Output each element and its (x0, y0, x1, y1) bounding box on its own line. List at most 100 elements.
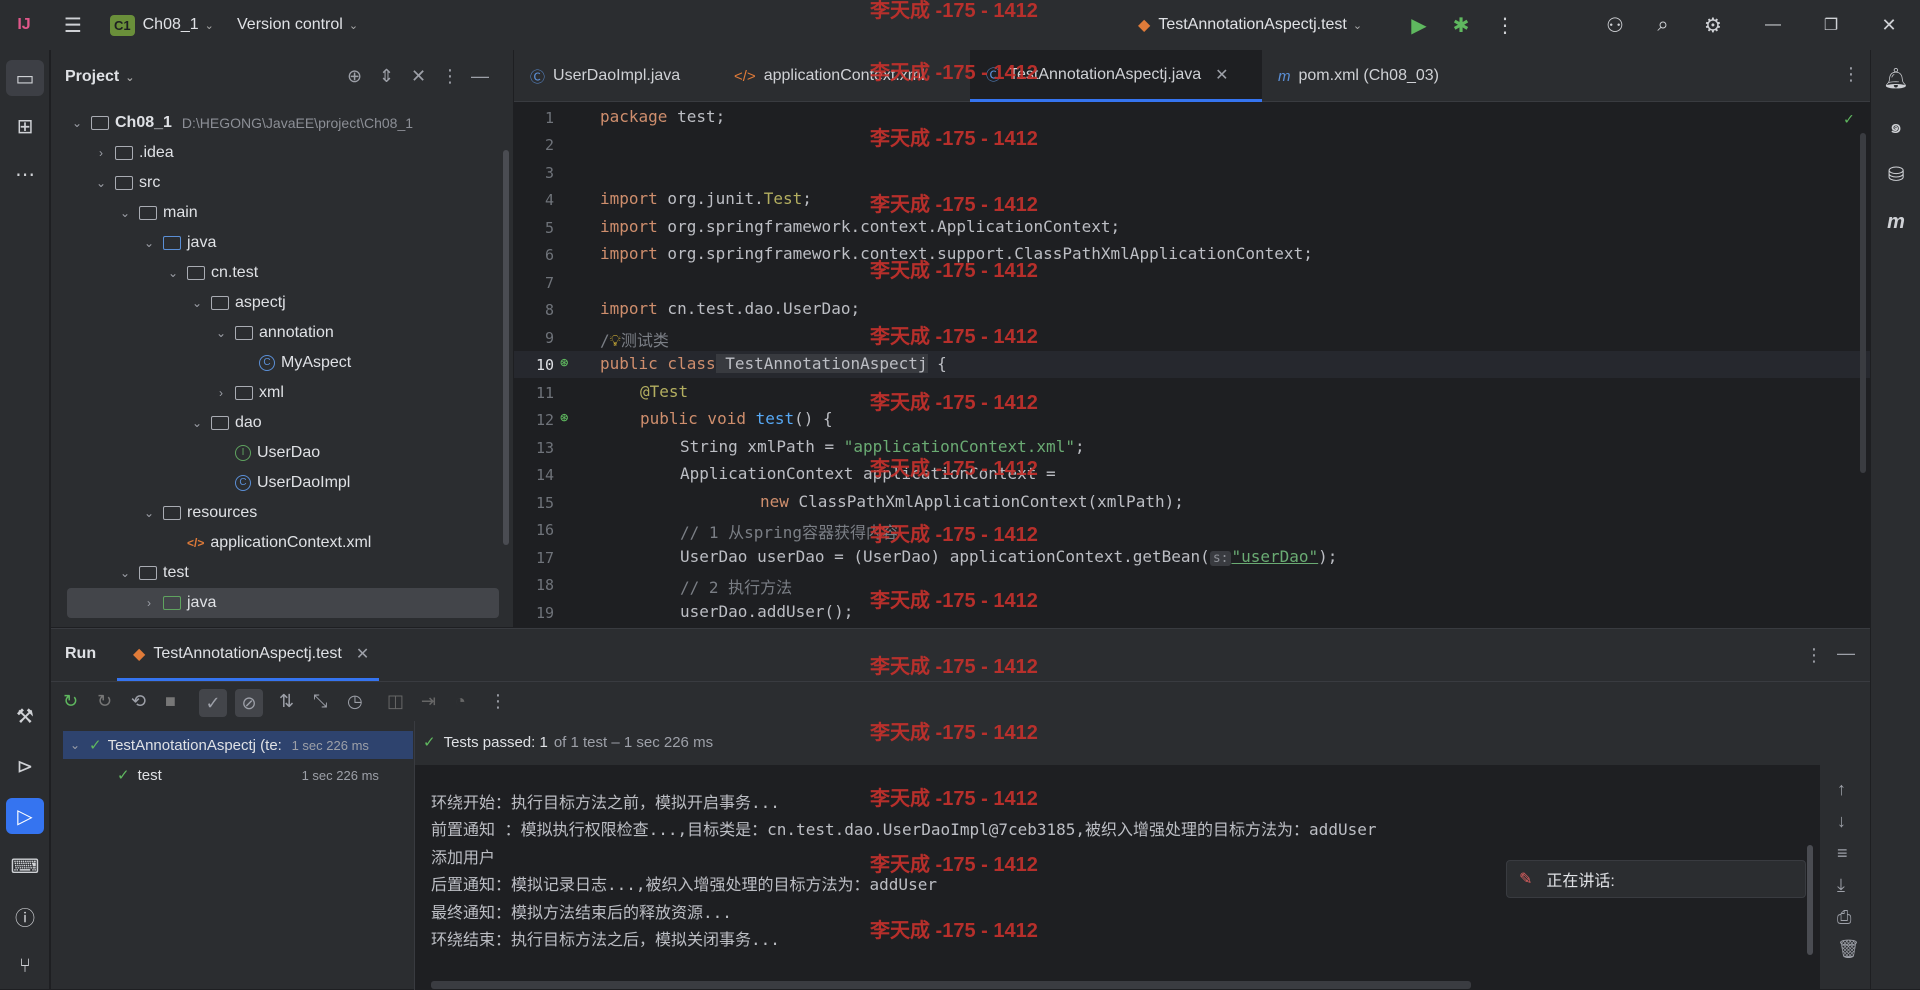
run-options-icon[interactable]: ⋮ (1805, 645, 1823, 666)
tree-item-userdaoimpl[interactable]: C UserDaoImpl (235, 468, 350, 498)
tree-item-myaspect[interactable]: C MyAspect (259, 348, 351, 378)
run-config-name: TestAnnotationAspectj.test (1158, 16, 1347, 33)
notifications-icon[interactable]: 🔔︎ (1877, 60, 1915, 96)
project-scrollbar[interactable] (503, 150, 509, 545)
close-tab-icon[interactable]: ✕ (356, 644, 369, 664)
export-icon[interactable]: ⇥ (421, 691, 436, 712)
chevron-down-icon: ⌄ (348, 19, 359, 32)
tree-item-project-root[interactable]: ⌄ Ch08_1 D:\HEGONG\JavaEE\project\Ch08_1 (69, 108, 413, 138)
build-tool-icon[interactable]: ⚒ (6, 698, 44, 734)
problems-tool-icon[interactable]: ⓘ (6, 898, 44, 934)
tree-item-annotation[interactable]: ⌄ annotation (213, 318, 334, 348)
search-icon[interactable]: ⌕ (1648, 10, 1678, 40)
code-line: new ClassPathXmlApplicationContext(xmlPa… (760, 492, 1184, 511)
more-actions-icon[interactable]: ⋮ (1490, 10, 1520, 40)
services-tool-icon[interactable]: ⊳ (6, 748, 44, 784)
more-tools-icon[interactable]: ⋯ (6, 156, 44, 192)
param-hint: s: (1209, 551, 1232, 566)
run-tab[interactable]: ◆ TestAnnotationAspectj.test ✕ (117, 629, 379, 681)
minimize-icon[interactable]: — (1758, 10, 1788, 40)
git-tool-icon[interactable]: ⑂ (6, 948, 44, 984)
maven-icon[interactable]: m (1877, 204, 1915, 240)
collapse-all-icon[interactable]: ✕ (411, 66, 426, 87)
tree-item-dao[interactable]: ⌄ dao (189, 408, 262, 438)
run-gutter-icon[interactable]: ⊛ (560, 355, 568, 371)
options-icon[interactable]: ⋮ (441, 66, 459, 87)
rerun-failed-icon[interactable]: ↻ (97, 691, 112, 712)
tree-item-cn-test[interactable]: ⌄ cn.test (165, 258, 258, 288)
tree-item-test[interactable]: ⌄ test (117, 558, 189, 588)
code-line: userDao.addUser(); (680, 602, 854, 621)
toggle-auto-test-icon[interactable]: ⟲ (131, 691, 146, 712)
toolbar-more-icon[interactable]: ⋮ (489, 691, 507, 712)
project-switcher[interactable]: C1 Ch08_1 ⌄ (110, 0, 214, 50)
tree-item-aspectj[interactable]: ⌄ aspectj (189, 288, 286, 318)
console-scrollbar[interactable] (1807, 845, 1813, 955)
code-line: // 1 从spring容器获得内容 (680, 523, 898, 542)
coverage-icon[interactable]: ◔ (455, 691, 466, 712)
database-icon[interactable]: ⛁ (1877, 156, 1915, 192)
run-config-selector[interactable]: ◆ TestAnnotationAspectj.test ⌄ (1138, 0, 1362, 50)
tree-item-userdao[interactable]: I UserDao (235, 438, 320, 468)
code-editor[interactable]: 1 2 3 4 5 6 7 8 9 10 11 12 13 14 15 16 1… (514, 103, 1870, 627)
locate-icon[interactable]: ⊕ (347, 66, 362, 87)
lightbulb-icon[interactable]: 💡︎ (610, 331, 621, 350)
sort-icon[interactable]: ⇅ (279, 691, 294, 712)
history-icon[interactable]: ◷ (347, 691, 363, 712)
soft-wrap-icon[interactable]: ≡ (1837, 843, 1848, 864)
console-h-scrollbar[interactable] (431, 981, 1471, 989)
clear-output-icon[interactable]: 🗑︎ (1837, 939, 1860, 960)
project-panel: Project ⌄ ⊕ ⇕ ✕ ⋮ — ⌄ Ch08_1 D:\HEGONG\Java… (51, 50, 513, 627)
tree-item-xml[interactable]: › xml (213, 378, 284, 408)
tree-item-idea[interactable]: › .idea (93, 138, 174, 168)
tree-item-resources[interactable]: ⌄ resources (141, 498, 257, 528)
debug-icon[interactable]: ✱ (1446, 10, 1476, 40)
structure-tool-icon[interactable]: ⊞ (6, 108, 44, 144)
run-icon[interactable]: ▶ (1404, 10, 1434, 40)
editor-scrollbar[interactable] (1860, 133, 1866, 473)
show-ignored-icon[interactable]: ⊘ (235, 689, 263, 717)
print-icon[interactable]: ⎙ (1837, 907, 1851, 928)
tab-userdaoimpl[interactable]: Ⓒ UserDaoImpl.java (530, 50, 720, 102)
passed-check-icon: ✓ (89, 737, 102, 754)
add-user-icon[interactable]: ⚇ (1600, 10, 1630, 40)
rerun-icon[interactable]: ↻ (63, 691, 78, 712)
expand-all-icon[interactable]: ⇕ (379, 66, 394, 87)
vcs-menu[interactable]: Version control ⌄ (237, 0, 358, 50)
run-tool-icon[interactable]: ▷ (6, 798, 44, 834)
tab-pom-xml[interactable]: m pom.xml (Ch08_03) (1262, 50, 1482, 102)
stop-icon[interactable]: ■ (165, 691, 176, 712)
project-tool-icon[interactable]: ▭ (6, 60, 44, 96)
tree-item-java-test[interactable]: › java (67, 588, 499, 618)
restore-icon[interactable]: ❐ (1816, 10, 1846, 40)
hide-run-panel-icon[interactable]: — (1837, 643, 1855, 664)
hide-panel-icon[interactable]: — (471, 66, 489, 87)
scroll-to-end-icon[interactable]: ⤓ (1837, 875, 1845, 896)
tree-item-java-main[interactable]: ⌄ java (141, 228, 216, 258)
show-passed-icon[interactable]: ✓ (199, 689, 227, 717)
code-line: package test; (600, 107, 726, 126)
screenshot-icon[interactable]: ◫ (387, 691, 404, 712)
tab-options-icon[interactable]: ⋮ (1842, 64, 1860, 85)
code-line: @Test (640, 382, 689, 401)
project-panel-title[interactable]: Project ⌄ (65, 68, 134, 86)
scroll-down-icon[interactable]: ↓ (1837, 811, 1846, 832)
scroll-up-icon[interactable]: ↑ (1837, 779, 1846, 800)
terminal-tool-icon[interactable]: ⌨ (6, 848, 44, 884)
collapse-icon[interactable]: ⤡ (313, 691, 327, 712)
test-tree-item[interactable]: ✓ test 1 sec 226 ms (63, 761, 413, 789)
tree-item-applicationcontext[interactable]: </> applicationContext.xml (187, 528, 371, 558)
close-window-icon[interactable]: ✕ (1874, 10, 1904, 40)
run-gutter-icon[interactable]: ⊛ (560, 410, 568, 426)
console-line: 环绕结束：执行目标方法之后，模拟关闭事务... (431, 930, 780, 949)
test-tree-root[interactable]: ⌄ ✓ TestAnnotationAspectj (te: 1 sec 226 … (63, 731, 413, 759)
ai-assistant-icon[interactable]: ๑ (1877, 108, 1915, 144)
tree-item-main[interactable]: ⌄ main (117, 198, 198, 228)
close-tab-icon[interactable]: ✕ (1215, 65, 1228, 85)
main-menu-icon[interactable]: ☰ (58, 10, 88, 40)
settings-gear-icon[interactable]: ⚙ (1698, 10, 1728, 40)
console-line: 前置通知 ：模拟执行权限检查...,目标类是：cn.test.dao.UserD… (431, 820, 1377, 839)
junit-config-icon: ◆ (1138, 17, 1151, 34)
tree-item-src[interactable]: ⌄ src (93, 168, 160, 198)
editor-tab-bar: Ⓒ UserDaoImpl.java </> applicationContext.… (514, 50, 1870, 102)
